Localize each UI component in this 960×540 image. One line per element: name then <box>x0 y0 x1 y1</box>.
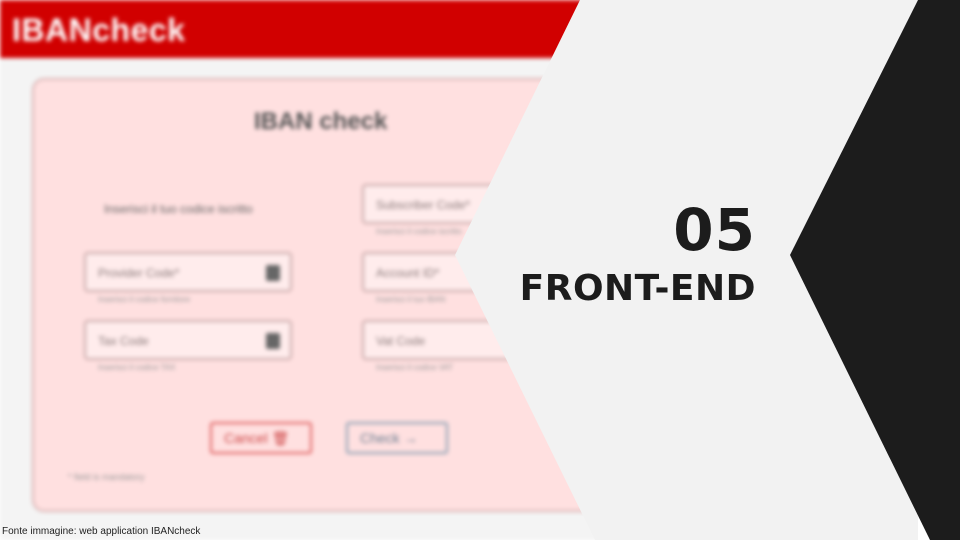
section-title: FRONT-END <box>519 268 756 309</box>
section-number: 05 <box>673 196 756 264</box>
image-caption: Fonte immagine: web application IBANchec… <box>2 526 201 537</box>
chevron-overlay <box>455 0 960 540</box>
